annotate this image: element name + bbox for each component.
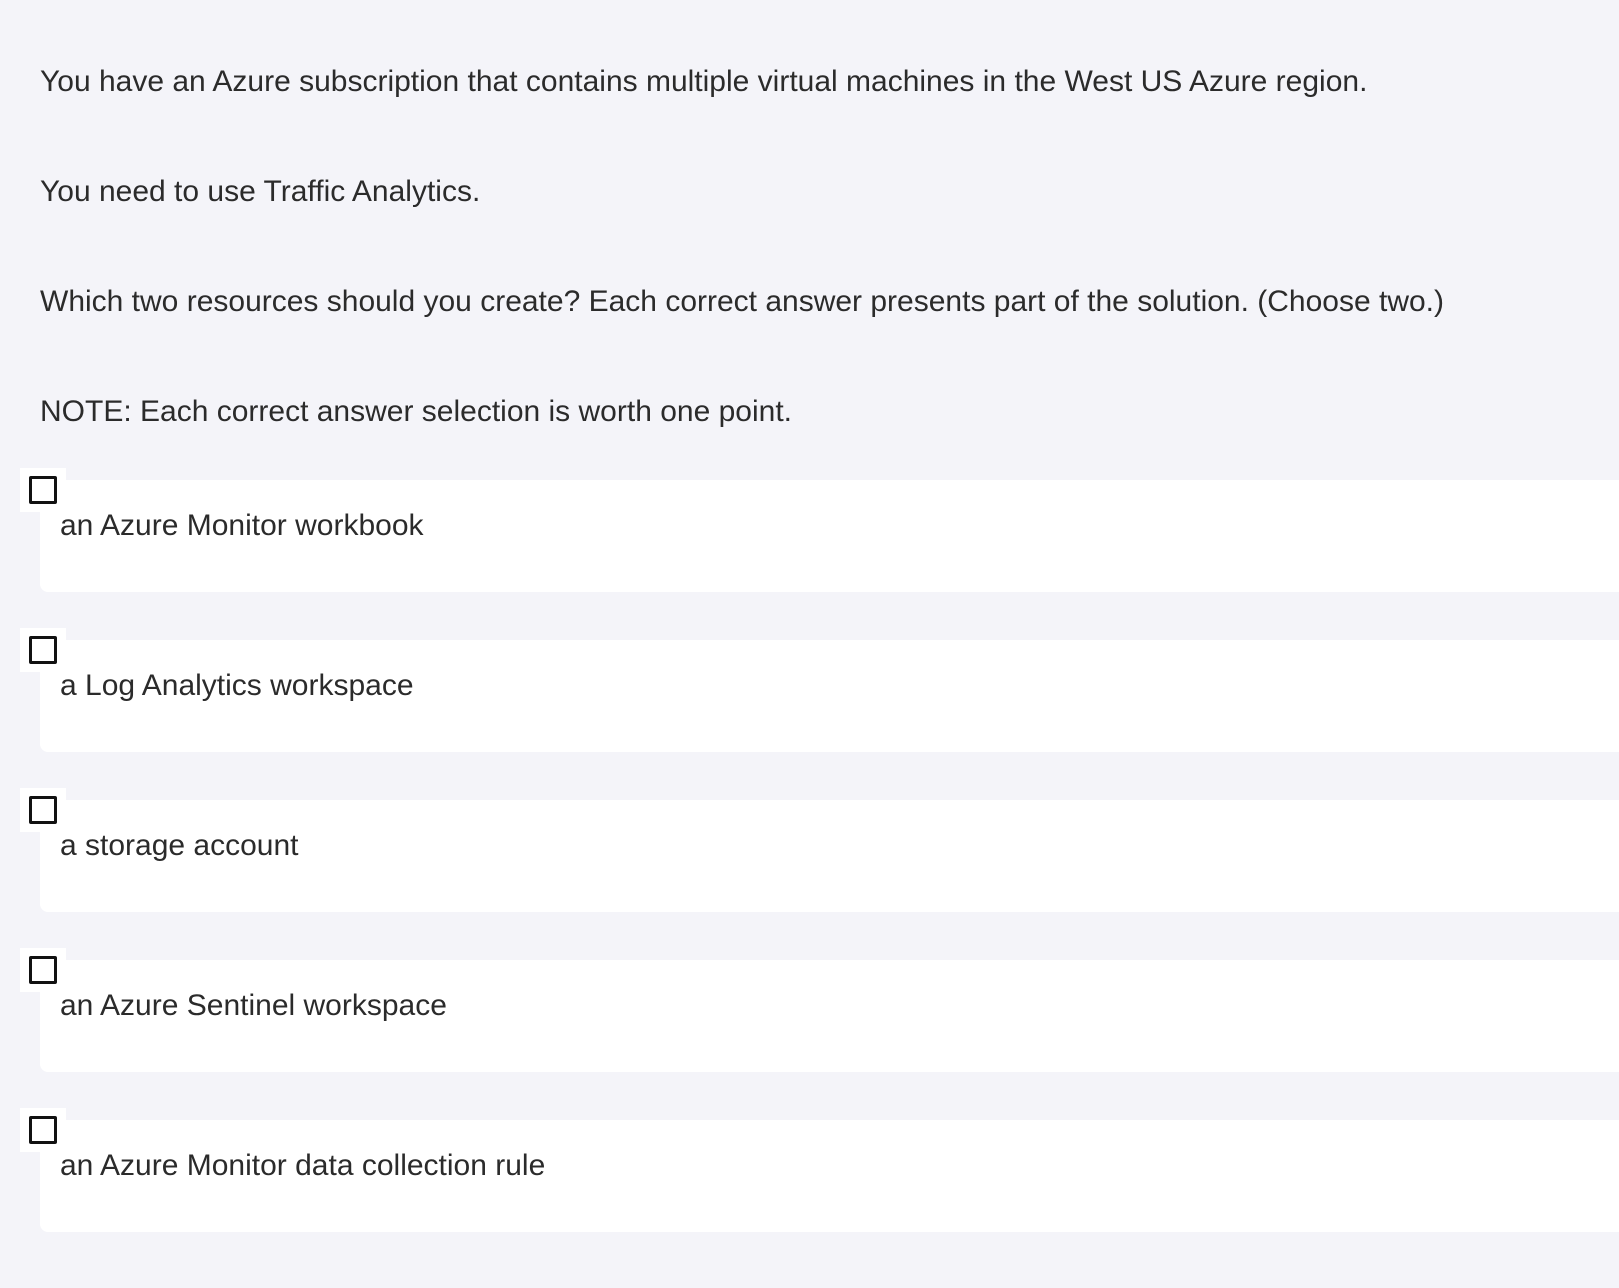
answer-label[interactable]: an Azure Monitor workbook [60,506,424,546]
answer-label[interactable]: an Azure Sentinel workspace [60,986,447,1026]
answer-option-5[interactable]: an Azure Monitor data collection rule [0,1108,1619,1232]
answer-option-2[interactable]: a Log Analytics workspace [0,628,1619,752]
checkbox-icon[interactable] [29,476,57,504]
checkbox-icon[interactable] [29,796,57,824]
checkbox-icon[interactable] [29,956,57,984]
answer-option-1[interactable]: an Azure Monitor workbook [0,468,1619,592]
answer-option-4[interactable]: an Azure Sentinel workspace [0,948,1619,1072]
question-line-scenario: You have an Azure subscription that cont… [40,65,1368,98]
answer-label[interactable]: a Log Analytics workspace [60,666,414,706]
question-line-note: NOTE: Each correct answer selection is w… [40,395,792,428]
question-line-prompt: Which two resources should you create? E… [40,285,1445,318]
checkbox-icon[interactable] [29,636,57,664]
answer-option-3[interactable]: a storage account [0,788,1619,912]
question-line-requirement: You need to use Traffic Analytics. [40,175,481,208]
answer-label[interactable]: an Azure Monitor data collection rule [60,1146,545,1186]
answer-label[interactable]: a storage account [60,826,299,866]
checkbox-icon[interactable] [29,1116,57,1144]
